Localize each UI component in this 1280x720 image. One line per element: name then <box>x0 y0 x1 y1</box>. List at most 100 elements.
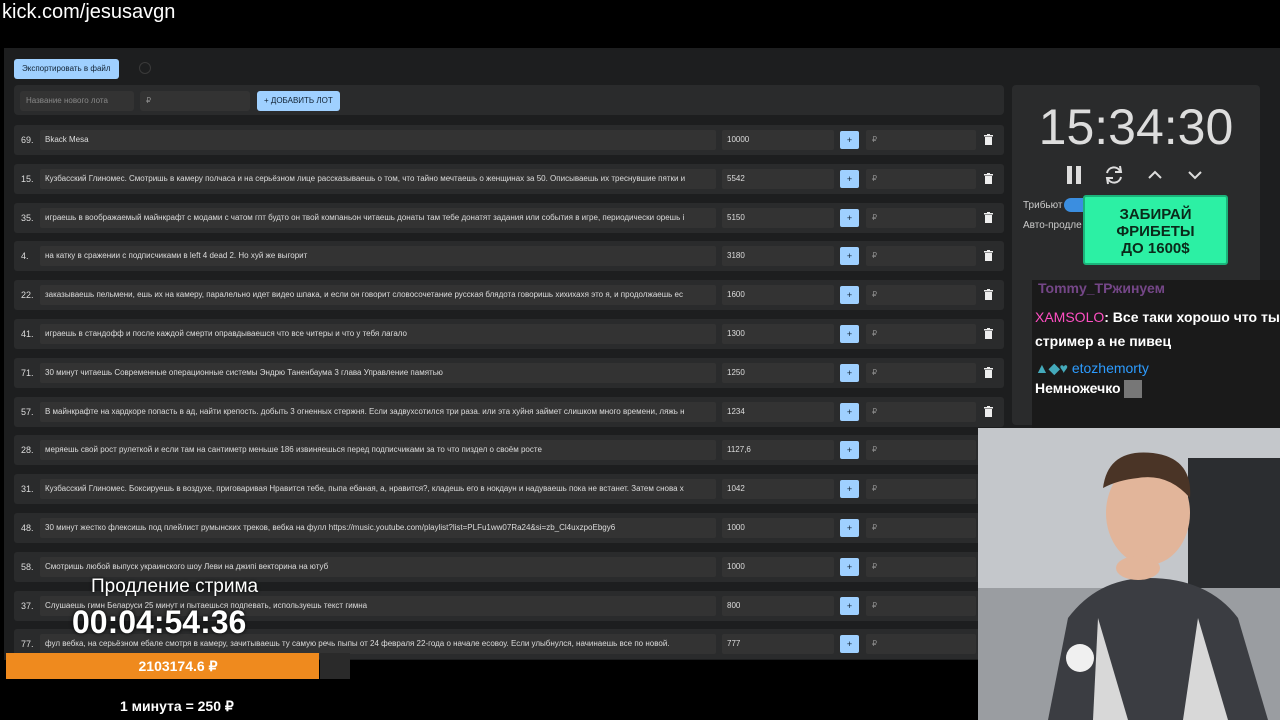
lot-name-field[interactable]: 30 минут читаешь Современные операционны… <box>40 363 716 383</box>
lot-name-field[interactable]: Смотришь любой выпуск украинского шоу Ле… <box>40 557 716 577</box>
lot-row: 57. В майнкрафте на хардкоре попасть в ад… <box>14 397 1004 427</box>
lot-add-input[interactable]: ₽ <box>866 518 976 538</box>
lot-amount-field[interactable]: 5150 <box>722 208 834 228</box>
lot-number: 48. <box>21 523 34 533</box>
add-amount-button[interactable]: + <box>840 364 859 382</box>
lot-amount-field[interactable]: 800 <box>722 596 834 616</box>
chat-line-3: ▲◆♥ etozhemorty <box>1035 356 1149 380</box>
lot-amount-field[interactable]: 1234 <box>722 402 834 422</box>
lot-amount-field[interactable]: 3180 <box>722 246 834 266</box>
lot-amount-field[interactable]: 1127,6 <box>722 440 834 460</box>
trash-icon[interactable] <box>984 328 993 339</box>
trash-icon[interactable] <box>984 173 993 184</box>
lot-number: 28. <box>21 445 34 455</box>
lot-name-field[interactable]: Кузбасский Глиномес. Боксируешь в воздух… <box>40 479 716 499</box>
pause-icon[interactable] <box>1063 164 1085 186</box>
lot-add-input[interactable]: ₽ <box>866 324 976 344</box>
add-amount-button[interactable]: + <box>840 403 859 421</box>
lot-amount-field[interactable]: 1042 <box>722 479 834 499</box>
lot-amount-field[interactable]: 1250 <box>722 363 834 383</box>
lot-amount-field[interactable]: 5542 <box>722 169 834 189</box>
ad-line-2: ФРИБЕТЫ <box>1116 223 1195 240</box>
lot-amount-field[interactable]: 10000 <box>722 130 834 150</box>
url-text: kick.com/jesusavgn <box>2 1 176 23</box>
lot-add-input[interactable]: ₽ <box>866 169 976 189</box>
add-amount-button[interactable]: + <box>840 480 859 498</box>
lot-name-field[interactable]: заказываешь пельмени, ешь их на камеру, … <box>40 285 716 305</box>
lot-row: 69. Bkack Mesa 10000 + ₽ <box>14 125 1004 155</box>
add-amount-button[interactable]: + <box>840 597 859 615</box>
add-amount-button[interactable]: + <box>840 131 859 149</box>
lot-name-field[interactable]: играешь в воображаемый майнкрафт с модам… <box>40 208 716 228</box>
lot-number: 69. <box>21 135 34 145</box>
lot-amount-field[interactable]: 1000 <box>722 518 834 538</box>
lot-row: 4. на катку в сражении с подписчиками в l… <box>14 241 1004 271</box>
new-lot-name-input[interactable]: Название нового лота <box>20 91 134 111</box>
lot-add-input[interactable]: ₽ <box>866 285 976 305</box>
trash-icon[interactable] <box>984 212 993 223</box>
lot-add-input[interactable]: ₽ <box>866 208 976 228</box>
timer-clock: 15:34:30 <box>1038 99 1234 155</box>
new-lot-price-input[interactable]: ₽ <box>140 91 250 111</box>
tribute-label: Трибьют <box>1023 200 1063 211</box>
lot-number: 35. <box>21 213 34 223</box>
lot-add-input[interactable]: ₽ <box>866 596 976 616</box>
lot-add-input[interactable]: ₽ <box>866 130 976 150</box>
add-amount-button[interactable]: + <box>840 247 859 265</box>
lot-amount-field[interactable]: 777 <box>722 634 834 654</box>
lot-add-input[interactable]: ₽ <box>866 479 976 499</box>
lot-add-input[interactable]: ₽ <box>866 557 976 577</box>
export-button[interactable]: Экспортировать в файл <box>14 59 119 79</box>
webcam-feed <box>978 428 1280 720</box>
add-amount-button[interactable]: + <box>840 558 859 576</box>
chat-line-3-text: Немножечко <box>1035 380 1143 399</box>
lot-add-input[interactable]: ₽ <box>866 634 976 654</box>
lot-amount-field[interactable]: 1300 <box>722 324 834 344</box>
chevron-down-icon[interactable] <box>1184 164 1206 186</box>
add-lot-button[interactable]: + ДОБАВИТЬ ЛОТ <box>257 91 340 111</box>
lot-name-field[interactable]: Bkack Mesa <box>40 130 716 150</box>
lot-number: 22. <box>21 290 34 300</box>
lot-amount-field[interactable]: 1000 <box>722 557 834 577</box>
lot-name-field[interactable]: играешь в стандофф и после каждой смерти… <box>40 324 716 344</box>
auto-extend-label: Авто-продле <box>1023 220 1082 231</box>
trash-icon[interactable] <box>984 289 993 300</box>
chevron-up-icon[interactable] <box>1144 164 1166 186</box>
add-amount-button[interactable]: + <box>840 635 859 653</box>
lot-add-input[interactable]: ₽ <box>866 363 976 383</box>
trash-icon[interactable] <box>984 134 993 145</box>
chat-line-1: Tommy_TРжинуем <box>1038 280 1165 296</box>
trash-icon[interactable] <box>984 406 993 417</box>
browser-bar: kick.com/jesusavgn <box>0 0 1280 48</box>
lot-amount-field[interactable]: 1600 <box>722 285 834 305</box>
chat-user: Tommy_T <box>1038 280 1104 296</box>
lot-number: 31. <box>21 484 34 494</box>
add-amount-button[interactable]: + <box>840 441 859 459</box>
lot-row: 41. играешь в стандофф и после каждой сме… <box>14 319 1004 349</box>
add-amount-button[interactable]: + <box>840 325 859 343</box>
lot-row: 48. 30 минут жестко флексишь под плейлист… <box>14 513 1004 543</box>
lot-add-input[interactable]: ₽ <box>866 440 976 460</box>
reset-icon[interactable] <box>1103 164 1125 186</box>
trash-icon[interactable] <box>984 367 993 378</box>
lot-row: 15. Кузбасский Глиномес. Смотришь в камер… <box>14 164 1004 194</box>
lot-name-field[interactable]: 30 минут жестко флексишь под плейлист ру… <box>40 518 716 538</box>
lot-name-field[interactable]: на катку в сражении с подписчиками в lef… <box>40 246 716 266</box>
add-amount-button[interactable]: + <box>840 170 859 188</box>
badge-icons: ▲◆♥ <box>1035 360 1068 376</box>
total-amount: 2103174.6 ₽ <box>138 658 218 674</box>
trash-icon[interactable] <box>984 250 993 261</box>
extension-time: 00:04:54:36 <box>72 604 247 640</box>
ad-line-1: ЗАБИРАЙ <box>1119 206 1192 223</box>
add-amount-button[interactable]: + <box>840 286 859 304</box>
chat-overlay <box>1032 280 1280 428</box>
lot-name-field[interactable]: Кузбасский Глиномес. Смотришь в камеру п… <box>40 169 716 189</box>
lot-name-field[interactable]: меряешь свой рост рулеткой и если там на… <box>40 440 716 460</box>
streamer-image <box>978 428 1280 720</box>
extension-title: Продление стрима <box>91 576 259 597</box>
add-amount-button[interactable]: + <box>840 209 859 227</box>
lot-name-field[interactable]: В майнкрафте на хардкоре попасть в ад, н… <box>40 402 716 422</box>
lot-add-input[interactable]: ₽ <box>866 246 976 266</box>
lot-add-input[interactable]: ₽ <box>866 402 976 422</box>
add-amount-button[interactable]: + <box>840 519 859 537</box>
